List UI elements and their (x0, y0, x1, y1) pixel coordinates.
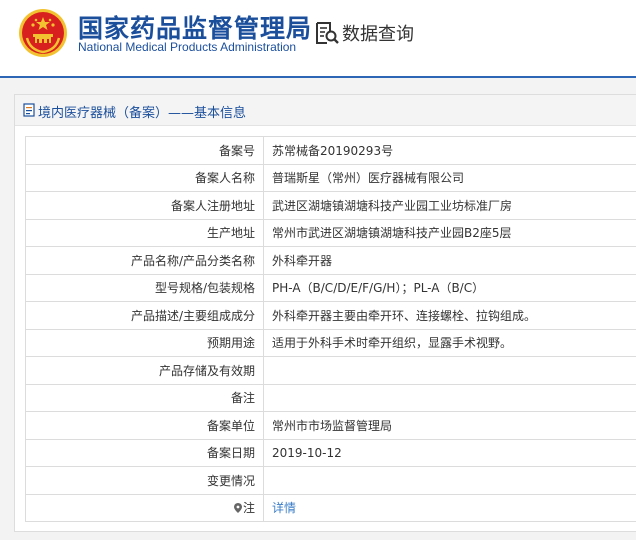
table-row: 备案单位 常州市市场监督管理局 (25, 411, 636, 440)
row-value (263, 356, 636, 385)
row-label: 产品描述/主要组成成分 (25, 301, 264, 330)
row-value-text: 普瑞斯星（常州）医疗器械有限公司 (272, 171, 465, 186)
row-label-text: 备注 (230, 391, 255, 406)
row-value-text: 外科牵开器主要由牵开环、连接螺栓、拉钩组成。 (272, 308, 537, 323)
row-value: 详情 (263, 493, 636, 522)
panel-title-bar: 境内医疗器械（备案）——基本信息 (15, 95, 636, 126)
row-label: 预期用途 (25, 328, 264, 357)
row-value-text: 外科牵开器 (272, 253, 333, 268)
row-label-text: 备案人名称 (194, 171, 255, 186)
row-label: 备案单位 (25, 411, 264, 440)
table-row: 变更情况 (25, 466, 636, 495)
table-row: 备案日期 2019-10-12 (25, 438, 636, 467)
table-row: 备案号 苏常械备20190293号 (25, 136, 636, 165)
national-emblem-icon (19, 9, 67, 57)
panel-title: 境内医疗器械（备案）——基本信息 (38, 106, 247, 121)
table-row: 备案人注册地址 武进区湖塘镇湖塘科技产业园工业坊标准厂房 (25, 191, 636, 220)
row-value: 常州市市场监督管理局 (263, 411, 636, 440)
row-value: 外科牵开器主要由牵开环、连接螺栓、拉钩组成。 (263, 301, 636, 330)
row-label-text: 备案人注册地址 (170, 198, 255, 213)
row-value (263, 383, 636, 412)
table-row: 注 详情 (25, 493, 636, 522)
row-label-text: 产品存储及有效期 (158, 363, 255, 378)
row-label: 备注 (25, 383, 264, 412)
org-name-en: National Medical Products Administration (78, 40, 297, 54)
table-row: 生产地址 常州市武进区湖塘镇湖塘科技产业园B2座5层 (25, 218, 636, 247)
document-icon (23, 103, 35, 117)
row-label-text: 备案单位 (206, 418, 255, 433)
row-value (263, 466, 636, 495)
table-row: 备注 (25, 383, 636, 412)
row-value-text: 常州市市场监督管理局 (272, 418, 393, 433)
location-pin-icon (233, 503, 242, 514)
table-row: 产品名称/产品分类名称 外科牵开器 (25, 246, 636, 275)
table-row: 产品描述/主要组成成分 外科牵开器主要由牵开环、连接螺栓、拉钩组成。 (25, 301, 636, 330)
row-label: 生产地址 (25, 218, 264, 247)
row-label-text: 预期用途 (206, 336, 255, 351)
row-value: 苏常械备20190293号 (263, 136, 636, 165)
data-query-link[interactable]: 数据查询 (342, 20, 414, 46)
row-label-text: 产品描述/主要组成成分 (130, 308, 255, 323)
row-label: 备案人注册地址 (25, 191, 264, 220)
site-header: 国家药品监督管理局 National Medical Products Admi… (0, 0, 636, 76)
row-value-text: 常州市武进区湖塘镇湖塘科技产业园B2座5层 (272, 226, 512, 241)
row-label-text: 变更情况 (206, 473, 255, 488)
row-label: 备案人名称 (25, 163, 264, 192)
row-value-text: PH-A（B/C/D/E/F/G/H）；PL-A（B/C） (272, 281, 485, 296)
row-label-text: 型号规格/包装规格 (154, 281, 255, 296)
row-value: 常州市武进区湖塘镇湖塘科技产业园B2座5层 (263, 218, 636, 247)
data-query-icon[interactable] (314, 20, 340, 46)
row-value: 外科牵开器 (263, 246, 636, 275)
row-value-text: 苏常械备20190293号 (272, 143, 394, 158)
info-table: 备案号 苏常械备20190293号 备案人名称 普瑞斯星（常州）医疗器械有限公司 备案人… (25, 136, 636, 522)
row-value: 普瑞斯星（常州）医疗器械有限公司 (263, 163, 636, 192)
info-panel: 境内医疗器械（备案）——基本信息 备案号 苏常械备20190293号备案人名称 普瑞… (14, 94, 636, 532)
row-label: 注 (25, 493, 264, 522)
row-label: 备案号 (25, 136, 264, 165)
row-value: 2019-10-12 (263, 438, 636, 467)
row-label: 型号规格/包装规格 (25, 273, 264, 302)
row-label: 变更情况 (25, 466, 264, 495)
row-value: 武进区湖塘镇湖塘科技产业园工业坊标准厂房 (263, 191, 636, 220)
row-value-text: 2019-10-12 (272, 445, 342, 460)
row-label-text: 注 (242, 501, 255, 516)
table-row: 备案人名称 普瑞斯星（常州）医疗器械有限公司 (25, 163, 636, 192)
table-row: 产品存储及有效期 (25, 356, 636, 385)
row-label: 产品名称/产品分类名称 (25, 246, 264, 275)
row-value: 适用于外科手术时牵开组织，显露手术视野。 (263, 328, 636, 357)
row-value: PH-A（B/C/D/E/F/G/H）；PL-A（B/C） (263, 273, 636, 302)
row-label-text: 生产地址 (206, 226, 255, 241)
table-row: 预期用途 适用于外科手术时牵开组织，显露手术视野。 (25, 328, 636, 357)
table-row: 型号规格/包装规格 PH-A（B/C/D/E/F/G/H）；PL-A（B/C） (25, 273, 636, 302)
row-label-text: 备案日期 (206, 446, 255, 461)
row-value-text: 武进区湖塘镇湖塘科技产业园工业坊标准厂房 (272, 198, 513, 213)
row-label-text: 产品名称/产品分类名称 (130, 253, 255, 268)
row-label-text: 备案号 (218, 143, 255, 158)
row-label: 产品存储及有效期 (25, 356, 264, 385)
row-value-text: 适用于外科手术时牵开组织，显露手术视野。 (272, 336, 513, 351)
row-label: 备案日期 (25, 438, 264, 467)
details-link[interactable]: 详情 (272, 501, 296, 515)
